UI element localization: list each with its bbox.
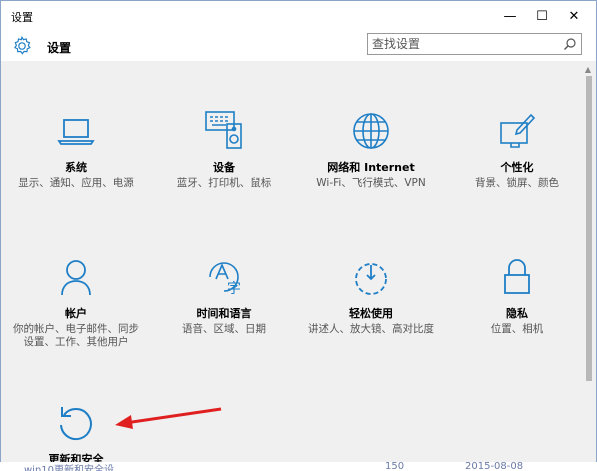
tile-accounts[interactable]: 帐户 你的帐户、电子邮件、同步设置、工作、其他用户 [11,255,141,349]
gear-icon [14,35,31,55]
tile-desc: Wi-Fi、飞行模式、VPN [316,177,426,189]
scroll-up-arrow[interactable]: ▲ [585,65,591,74]
tile-title: 隐私 [506,307,528,320]
tile-personalization[interactable]: 个性化 背景、锁屏、颜色 [452,109,582,190]
background-date: 2015-08-08 [465,462,524,471]
tile-title: 个性化 [500,161,534,174]
search-input[interactable] [372,36,552,52]
tile-desc: 背景、锁屏、颜色 [475,177,559,189]
minimize-button[interactable]: — [494,1,526,31]
tile-desc: 蓝牙、打印机、鼠标 [176,177,272,189]
tile-time-language[interactable]: 字 时间和语言 语音、区域、日期 [159,255,289,336]
tile-desc: 讲述人、放大镜、高对比度 [308,323,434,335]
tile-title: 网络和 Internet [327,161,415,174]
close-button[interactable]: ✕ [558,1,590,31]
background-link: win10更新和安全设 [24,465,115,471]
tile-ease-of-access[interactable]: 轻松使用 讲述人、放大镜、高对比度 [306,255,436,336]
tile-title: 设备 [213,161,235,174]
search-icon[interactable] [563,37,577,51]
lock-icon [504,259,530,294]
page-title: 设置 [47,41,72,55]
scrollbar-thumb[interactable] [586,76,592,381]
title-bar[interactable]: 设置 — ☐ ✕ [1,1,596,31]
tile-privacy[interactable]: 隐私 位置、相机 [452,255,582,336]
person-icon [61,260,91,296]
settings-header: 设置 [1,31,596,61]
tile-network[interactable]: 网络和 Internet Wi-Fi、飞行模式、VPN [306,109,436,190]
red-arrow-annotation [115,407,222,429]
tile-title: 系统 [65,161,87,174]
tile-title: 时间和语言 [196,307,252,320]
tile-title: 帐户 [65,307,87,320]
window-title: 设置 [11,11,33,24]
time-language-icon: 字 [209,262,241,297]
search-box[interactable] [367,33,582,55]
background-window-strip: win10更新和安全设 150 2015-08-08 [0,462,597,471]
update-icon [60,407,92,441]
svg-text:字: 字 [227,281,241,297]
maximize-button[interactable]: ☐ [526,1,558,31]
settings-window: 设置 — ☐ ✕ 设置 系 [0,0,597,471]
globe-icon [353,113,389,149]
tile-desc: 显示、通知、应用、电源 [18,177,134,189]
ease-of-access-icon [355,263,387,295]
tile-title: 轻松使用 [349,307,393,320]
tile-system[interactable]: 系统 显示、通知、应用、电源 [11,109,141,190]
laptop-icon [57,119,95,145]
tile-desc: 位置、相机 [490,323,544,335]
tile-desc: 语音、区域、日期 [182,323,266,335]
tile-desc: 你的帐户、电子邮件、同步设置、工作、其他用户 [13,323,139,348]
paintbrush-icon [500,113,536,148]
settings-grid: 系统 显示、通知、应用、电源 设备 蓝牙、打印机、鼠标 网络和 Internet… [1,61,582,470]
keyboard-speaker-icon [205,111,242,149]
tile-devices[interactable]: 设备 蓝牙、打印机、鼠标 [159,109,289,190]
background-count: 150 [385,462,405,471]
